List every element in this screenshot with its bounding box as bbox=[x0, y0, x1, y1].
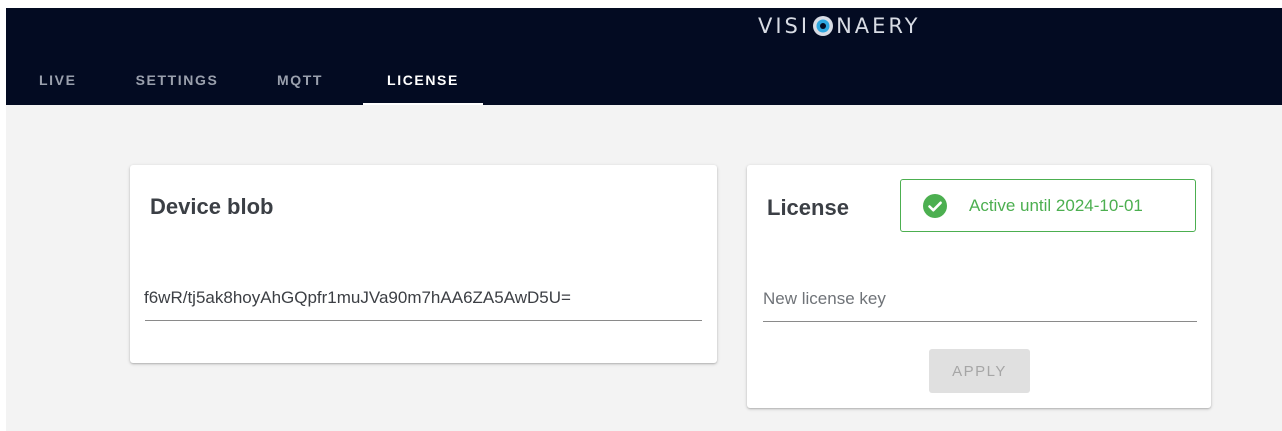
tab-settings[interactable]: SETTINGS bbox=[117, 54, 237, 105]
device-blob-underline bbox=[145, 320, 702, 321]
apply-button[interactable]: APPLY bbox=[929, 349, 1030, 393]
license-status-text: Active until 2024-10-01 bbox=[969, 195, 1143, 215]
active-tab-indicator bbox=[363, 103, 483, 105]
device-blob-card: Device blob f6wR/tj5ak8hoyAhGQpfr1muJVa9… bbox=[130, 165, 717, 363]
device-blob-title: Device blob bbox=[150, 194, 274, 219]
license-key-underline bbox=[763, 321, 1197, 322]
tab-live-label: LIVE bbox=[39, 71, 77, 88]
tab-license-label: LICENSE bbox=[387, 71, 459, 88]
tab-mqtt[interactable]: MQTT bbox=[237, 54, 363, 105]
logo-eye-icon bbox=[813, 16, 834, 36]
tab-live[interactable]: LIVE bbox=[6, 54, 118, 105]
check-circle-icon bbox=[923, 193, 947, 218]
device-blob-value[interactable]: f6wR/tj5ak8hoyAhGQpfr1muJVa90m7hAA6ZA5Aw… bbox=[144, 288, 571, 308]
app-window: VISI NAERY LIVE SETTINGS MQTT LICENSE De… bbox=[6, 8, 1282, 431]
license-key-input[interactable]: New license key bbox=[763, 289, 886, 309]
top-navigation-bar: VISI NAERY LIVE SETTINGS MQTT LICENSE bbox=[6, 8, 1282, 105]
brand-logo-text-start: VISI bbox=[758, 14, 811, 38]
main-tabs: LIVE SETTINGS MQTT LICENSE bbox=[6, 54, 483, 105]
brand-logo: VISI NAERY bbox=[758, 14, 921, 38]
tab-mqtt-label: MQTT bbox=[276, 71, 324, 88]
tab-license[interactable]: LICENSE bbox=[363, 54, 483, 105]
brand-logo-text-end: NAERY bbox=[836, 14, 921, 38]
license-status-badge: Active until 2024-10-01 bbox=[900, 179, 1196, 232]
tab-settings-label: SETTINGS bbox=[135, 71, 219, 88]
license-card: License Active until 2024-10-01 New lice… bbox=[747, 165, 1211, 408]
license-title: License bbox=[767, 195, 849, 220]
